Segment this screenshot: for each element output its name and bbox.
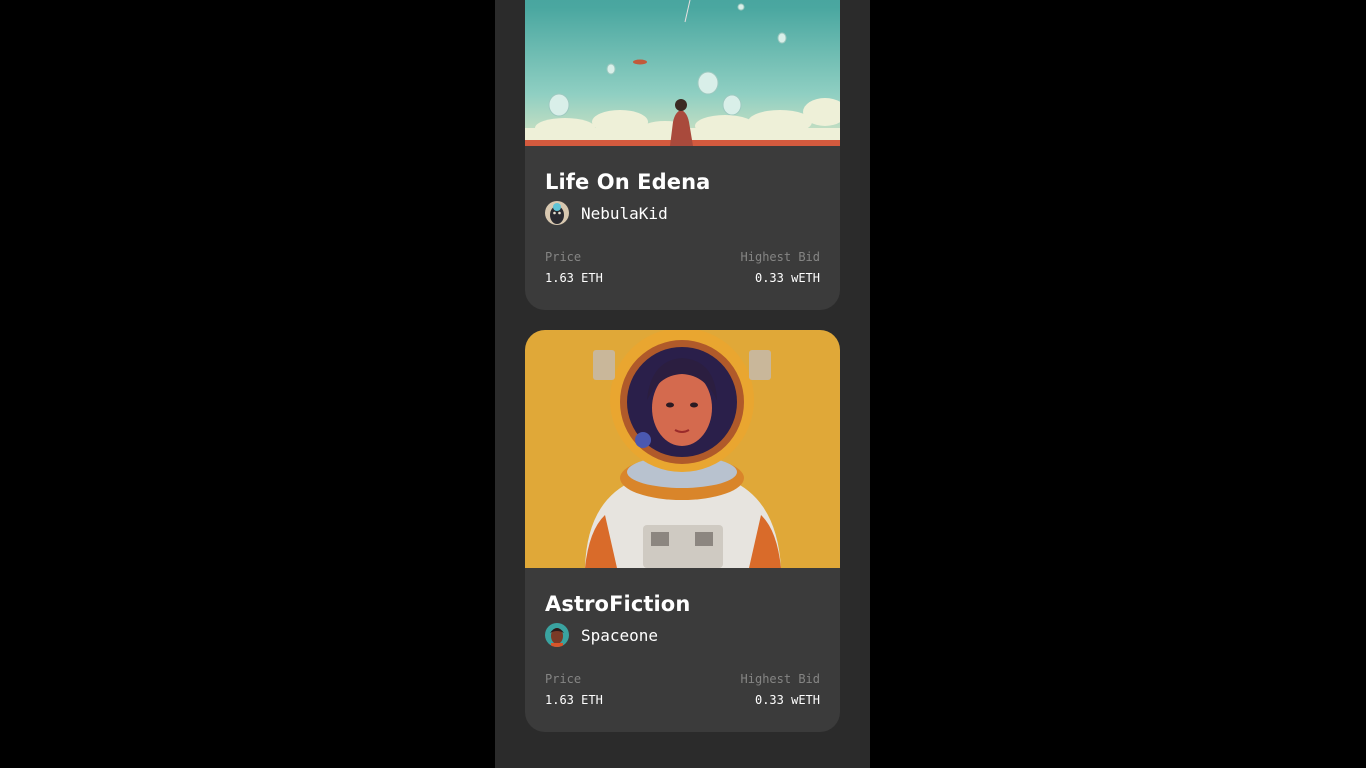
artist-avatar[interactable]: [545, 623, 569, 647]
nft-artwork-image[interactable]: [525, 0, 840, 146]
nft-stats: Price 1.63 ETH Highest Bid 0.33 wETH: [545, 247, 820, 289]
artist-avatar[interactable]: [545, 201, 569, 225]
nft-stats: Price 1.63 ETH Highest Bid 0.33 wETH: [545, 669, 820, 711]
artist-name[interactable]: NebulaKid: [581, 204, 668, 223]
nft-list-panel: Life On Edena NebulaKid Price 1.63 ETH H…: [495, 0, 870, 768]
nft-artwork-image[interactable]: [525, 330, 840, 568]
nft-card-info: AstroFiction Spaceone Price 1.63 ETH Hig…: [525, 568, 840, 711]
highest-bid-value: 0.33 wETH: [754, 693, 820, 707]
artist-row[interactable]: Spaceone: [545, 623, 820, 647]
price-value: 1.63 ETH: [545, 693, 603, 707]
price-value: 1.63 ETH: [545, 271, 603, 285]
price-label: Price: [545, 672, 582, 686]
price-label: Price: [545, 250, 582, 264]
highest-bid-label: Highest Bid: [740, 250, 820, 264]
artist-name[interactable]: Spaceone: [581, 626, 658, 645]
highest-bid-label: Highest Bid: [740, 672, 820, 686]
nft-title[interactable]: Life On Edena: [545, 166, 820, 198]
price-stat: Price 1.63 ETH: [545, 669, 603, 711]
highest-bid-value: 0.33 wETH: [754, 271, 820, 285]
artist-row[interactable]: NebulaKid: [545, 201, 820, 225]
highest-bid-stat: Highest Bid 0.33 wETH: [741, 247, 820, 289]
nft-title[interactable]: AstroFiction: [545, 588, 820, 620]
price-stat: Price 1.63 ETH: [545, 247, 603, 289]
nft-card-astrofiction[interactable]: AstroFiction Spaceone Price 1.63 ETH Hig…: [525, 330, 840, 732]
highest-bid-stat: Highest Bid 0.33 wETH: [741, 669, 820, 711]
nft-card-life-on-edena[interactable]: Life On Edena NebulaKid Price 1.63 ETH H…: [525, 0, 840, 310]
nft-card-info: Life On Edena NebulaKid Price 1.63 ETH H…: [525, 146, 840, 289]
